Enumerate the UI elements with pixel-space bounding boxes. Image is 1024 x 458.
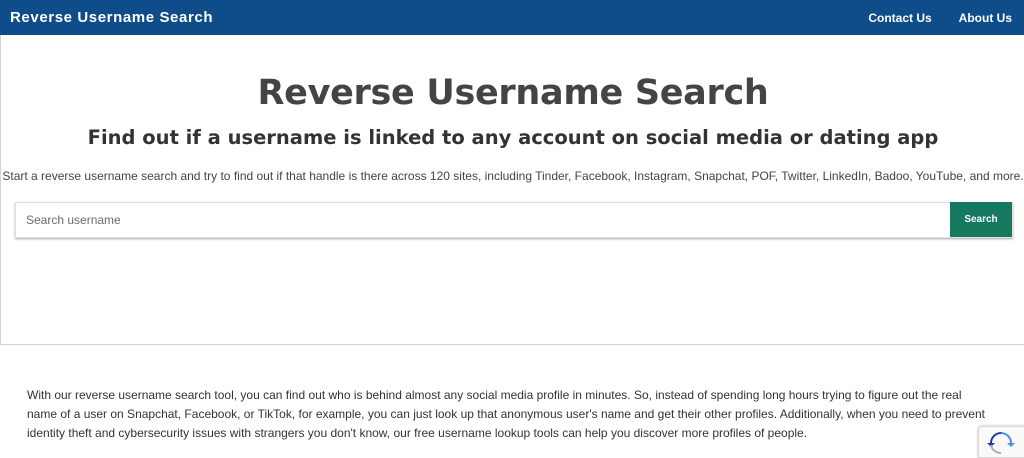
search-input[interactable] xyxy=(16,203,950,237)
search-bar: Search xyxy=(15,202,1013,238)
site-brand[interactable]: Reverse Username Search xyxy=(10,9,213,26)
search-button[interactable]: Search xyxy=(950,202,1012,237)
recaptcha-badge[interactable] xyxy=(978,426,1024,458)
page-subtitle: Find out if a username is linked to any … xyxy=(87,126,939,149)
page-title: Reverse Username Search xyxy=(257,73,769,113)
top-navbar: Reverse Username Search Contact Us About… xyxy=(0,0,1024,35)
hero-section: Reverse Username Search Find out if a us… xyxy=(0,35,1024,345)
nav-link-contact-us[interactable]: Contact Us xyxy=(868,11,931,25)
nav-link-about-us[interactable]: About Us xyxy=(959,11,1012,25)
recaptcha-icon xyxy=(987,432,1015,455)
intro-paragraph: With our reverse username search tool, y… xyxy=(27,388,985,440)
lead-text: Start a reverse username search and try … xyxy=(2,169,1024,183)
main-nav: Contact Us About Us xyxy=(841,11,1012,25)
